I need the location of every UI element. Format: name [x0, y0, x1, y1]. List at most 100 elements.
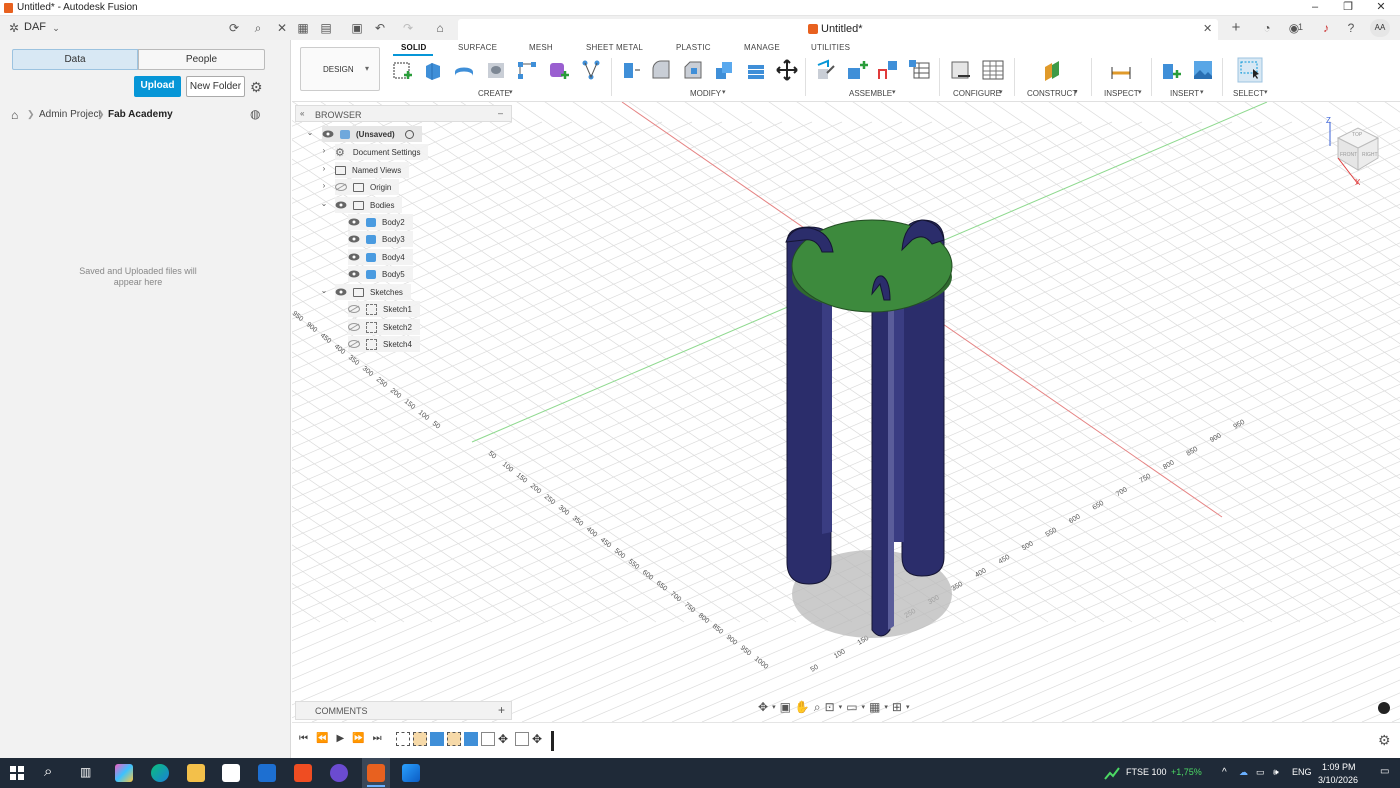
- pattern-icon[interactable]: [516, 59, 538, 81]
- close-tab-icon[interactable]: ✕: [1203, 22, 1212, 35]
- chevron-right-icon[interactable]: ›: [319, 164, 329, 173]
- tab-manage[interactable]: MANAGE: [744, 43, 780, 52]
- chevron-down-icon[interactable]: ⌄: [305, 128, 315, 137]
- combine-icon[interactable]: [745, 59, 767, 81]
- globe-settings-icon[interactable]: ◍: [250, 107, 260, 121]
- cloud-icon[interactable]: ☁: [1239, 767, 1248, 778]
- eye-hidden-icon[interactable]: [348, 323, 360, 331]
- step-back-icon[interactable]: ⏪: [316, 733, 328, 744]
- chevron-down-icon[interactable]: ▾: [839, 703, 843, 711]
- file-icon[interactable]: ▤: [318, 20, 334, 36]
- revolve-icon[interactable]: [453, 59, 475, 81]
- group-configure[interactable]: CONFIGURE: [953, 89, 1001, 98]
- create-form-icon[interactable]: [548, 59, 570, 81]
- go-to-end-icon[interactable]: ⏭: [373, 733, 382, 744]
- document-tab[interactable]: Untitled* ✕: [458, 19, 1218, 40]
- tab-mesh[interactable]: MESH: [529, 43, 553, 52]
- fusion-taskbar-icon[interactable]: [367, 764, 385, 782]
- browser-item-origin[interactable]: Origin: [335, 179, 400, 195]
- look-at-icon[interactable]: ▣: [780, 700, 791, 714]
- configuration-table-icon[interactable]: [982, 59, 1004, 81]
- close-panel-icon[interactable]: ✕: [274, 20, 290, 36]
- tab-data[interactable]: Data: [12, 49, 138, 70]
- breadcrumb-project[interactable]: Admin Project: [39, 109, 101, 120]
- new-component-icon[interactable]: [815, 59, 837, 81]
- team-switcher[interactable]: DAF: [24, 21, 46, 33]
- cube-face-top[interactable]: TOP: [1352, 132, 1362, 138]
- timeline-sketch-icon[interactable]: [413, 732, 427, 746]
- minimize-button[interactable]: –: [1300, 0, 1330, 16]
- go-to-start-icon[interactable]: ⏮: [299, 733, 308, 744]
- volume-icon[interactable]: 🕪: [1273, 767, 1279, 778]
- joint-icon[interactable]: [846, 59, 868, 81]
- cube-face-front[interactable]: FRONT: [1340, 152, 1357, 158]
- undo-icon[interactable]: ↶: [372, 20, 388, 36]
- tab-people[interactable]: People: [138, 49, 265, 70]
- browser-item-sketches[interactable]: Sketches: [335, 284, 411, 300]
- activate-radio-icon[interactable]: [404, 129, 414, 139]
- hole-icon[interactable]: [485, 59, 507, 81]
- browser-item-sketch2[interactable]: Sketch2: [348, 319, 420, 335]
- group-assemble[interactable]: ASSEMBLE: [849, 89, 892, 98]
- eye-icon[interactable]: [335, 201, 347, 209]
- save-icon[interactable]: ▣: [349, 20, 365, 36]
- chevron-down-icon[interactable]: ▾: [772, 703, 776, 711]
- refresh-icon[interactable]: ⟳: [226, 20, 242, 36]
- chevron-down-icon[interactable]: ▾: [862, 703, 866, 711]
- browser-item-sketch4[interactable]: Sketch4: [348, 336, 420, 352]
- breadcrumb-folder[interactable]: Fab Academy: [108, 109, 173, 120]
- file-explorer-icon[interactable]: [187, 764, 205, 782]
- create-sketch-icon[interactable]: [392, 59, 414, 81]
- move-icon[interactable]: [776, 59, 798, 81]
- tab-sheet-metal[interactable]: SHEET METAL: [586, 43, 643, 52]
- language-indicator[interactable]: ENG: [1292, 767, 1312, 777]
- redo-icon[interactable]: ↷: [400, 20, 416, 36]
- group-insert[interactable]: INSERT: [1170, 89, 1199, 98]
- browser-item-document-settings[interactable]: ⚙ Document Settings: [335, 144, 429, 160]
- chamfer-icon[interactable]: [682, 59, 704, 81]
- upload-button[interactable]: Upload: [134, 76, 181, 97]
- new-folder-button[interactable]: New Folder: [186, 76, 245, 97]
- group-create[interactable]: CREATE: [478, 89, 510, 98]
- chevron-up-icon[interactable]: ^: [1222, 767, 1227, 778]
- restore-button[interactable]: ❐: [1333, 0, 1363, 16]
- notification-center-icon[interactable]: ▭: [1380, 766, 1389, 777]
- chevron-down-icon[interactable]: ▾: [906, 703, 910, 711]
- eye-icon[interactable]: [348, 253, 360, 261]
- tab-plastic[interactable]: PLASTIC: [676, 43, 711, 52]
- timeline-move-icon[interactable]: ✥: [532, 732, 546, 746]
- group-construct[interactable]: CONSTRUCT: [1027, 89, 1077, 98]
- fillet-icon[interactable]: [650, 59, 672, 81]
- browser-item-bodies[interactable]: Bodies: [335, 197, 403, 213]
- grid-menu-icon[interactable]: ▦: [295, 20, 311, 36]
- workspace-switcher[interactable]: DESIGN ▾: [300, 47, 380, 91]
- viewports-icon[interactable]: ⊞: [892, 700, 902, 714]
- timeline-settings-icon[interactable]: ⚙: [1378, 732, 1391, 749]
- eye-icon[interactable]: [348, 270, 360, 278]
- shell-icon[interactable]: [713, 59, 735, 81]
- mail-icon[interactable]: [258, 764, 276, 782]
- browser-item-body4[interactable]: Body4: [348, 249, 413, 265]
- configure-model-icon[interactable]: [950, 59, 972, 81]
- as-built-joint-icon[interactable]: [877, 59, 899, 81]
- measure-icon[interactable]: [1110, 59, 1132, 81]
- chevron-right-icon[interactable]: ›: [319, 146, 329, 155]
- extrude-icon[interactable]: [422, 59, 444, 81]
- tab-surface[interactable]: SURFACE: [458, 43, 497, 52]
- minimize-browser-icon[interactable]: –: [498, 108, 503, 118]
- clock-date[interactable]: 3/10/2026: [1318, 775, 1358, 785]
- extensions-icon[interactable]: ◔: [1259, 20, 1275, 36]
- browser-item-body2[interactable]: Body2: [348, 214, 413, 230]
- derive-icon[interactable]: [580, 59, 602, 81]
- new-tab-icon[interactable]: +: [1228, 20, 1244, 36]
- assistant-icon[interactable]: [1378, 702, 1390, 714]
- decal-icon[interactable]: [1192, 59, 1214, 81]
- settings-gear-icon[interactable]: ⚙: [250, 79, 263, 96]
- store-icon[interactable]: [222, 764, 240, 782]
- browser-item-sketch1[interactable]: Sketch1: [348, 301, 420, 317]
- eye-icon[interactable]: [322, 130, 334, 138]
- chevron-right-icon[interactable]: ›: [319, 181, 329, 190]
- search-icon[interactable]: ⌕: [250, 20, 266, 36]
- offset-plane-icon[interactable]: [1042, 59, 1064, 81]
- clock-time[interactable]: 1:09 PM: [1322, 762, 1356, 772]
